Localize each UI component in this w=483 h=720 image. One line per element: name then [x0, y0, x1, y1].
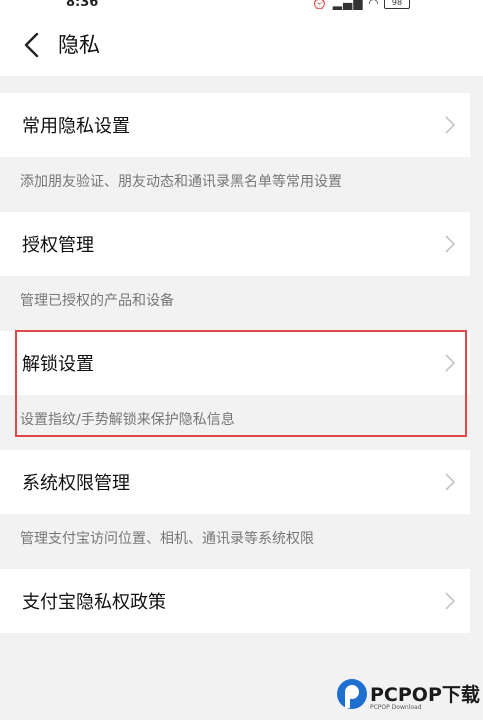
section-common-privacy: 常用隐私设置 添加朋友验证、朋友动态和通讯录黑名单等常用设置 — [0, 93, 470, 205]
privacy-policy-item[interactable]: 支付宝隐私权政策 — [0, 569, 470, 633]
row-label: 解锁设置 — [22, 354, 94, 375]
chevron-right-icon — [445, 592, 456, 610]
row-description: 管理已授权的产品和设备 — [20, 293, 174, 309]
row-label: 常用隐私设置 — [22, 116, 130, 137]
alarm-icon: ⏰ — [312, 0, 328, 10]
system-permissions-item[interactable]: 系统权限管理 — [0, 450, 470, 514]
row-description: 添加朋友验证、朋友动态和通讯录黑名单等常用设置 — [20, 174, 342, 190]
watermark-sub: PCPOP Download — [370, 704, 422, 711]
section-authorization: 授权管理 管理已授权的产品和设备 — [0, 212, 470, 324]
authorization-management-item[interactable]: 授权管理 — [0, 212, 470, 276]
chevron-right-icon — [445, 116, 456, 134]
section-privacy-policy: 支付宝隐私权政策 — [0, 569, 470, 633]
unlock-settings-item[interactable]: 解锁设置 — [0, 331, 470, 395]
watermark-brand: PCPOP下载 — [370, 684, 480, 706]
section-system-permissions: 系统权限管理 管理支付宝访问位置、相机、通讯录等系统权限 — [0, 450, 470, 562]
row-label: 授权管理 — [22, 235, 94, 256]
watermark: PCPOP下载 PCPOP Download — [334, 676, 483, 718]
page-title: 隐私 — [58, 33, 100, 57]
status-icons: ⏰ ▂▄▆ ◠ — [312, 0, 380, 10]
status-bar: 8:36 ⏰ ▂▄▆ ◠ 98 — [0, 0, 483, 14]
row-label: 系统权限管理 — [22, 473, 130, 494]
pcpop-logo-icon — [337, 679, 367, 709]
section-unlock: 解锁设置 设置指纹/手势解锁来保护隐私信息 — [0, 331, 470, 443]
row-description: 管理支付宝访问位置、相机、通讯录等系统权限 — [20, 531, 314, 547]
chevron-right-icon — [445, 235, 456, 253]
chevron-right-icon — [445, 473, 456, 491]
back-arrow-icon[interactable] — [18, 30, 48, 60]
header: 隐私 — [0, 14, 483, 76]
row-description: 设置指纹/手势解锁来保护隐私信息 — [20, 412, 235, 428]
wifi-icon: ◠ — [368, 0, 380, 10]
battery-icon: 98 — [384, 0, 410, 9]
row-label: 支付宝隐私权政策 — [22, 592, 166, 613]
status-time: 8:36 — [66, 0, 99, 10]
signal-icon: ▂▄▆ — [332, 0, 364, 10]
chevron-right-icon — [445, 354, 456, 372]
common-privacy-settings-item[interactable]: 常用隐私设置 — [0, 93, 470, 157]
